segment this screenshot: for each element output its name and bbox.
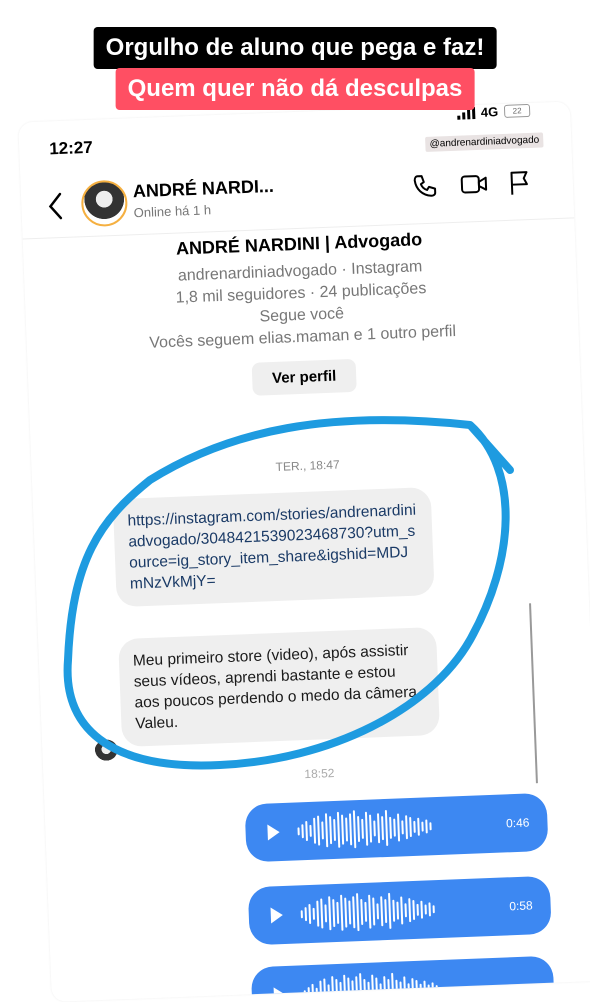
profile-summary: ANDRÉ NARDINI | Advogado andrenardiniadv… (23, 223, 581, 404)
handle-tag: @andrenardiniadvogado (425, 132, 544, 152)
back-icon[interactable] (47, 192, 64, 227)
link-message[interactable]: https://instagram.com/stories/andrenardi… (112, 487, 435, 608)
dm-screenshot: 12:27 4G 22 @andrenardiniadvogado ANDRÉ … (18, 101, 590, 1002)
audio-message[interactable] (250, 955, 555, 1002)
header-actions (410, 168, 535, 201)
play-icon[interactable] (267, 824, 280, 841)
contact-status: Online há 1 h (133, 202, 212, 221)
text-message: Meu primeiro store (video), após assisti… (118, 626, 441, 748)
waveform (303, 969, 438, 1002)
contact-name[interactable]: ANDRÉ NARDI... (133, 176, 275, 202)
avatar[interactable] (80, 179, 129, 228)
sender-avatar[interactable] (93, 739, 119, 765)
phone-icon[interactable] (410, 172, 439, 201)
play-icon[interactable] (270, 907, 284, 924)
battery-icon: 22 (503, 103, 531, 118)
audio-message[interactable]: 0:58 (247, 875, 552, 946)
message-timestamp-2: 18:52 (304, 765, 335, 782)
story-caption-1: Orgulho de aluno que pega e faz! (93, 27, 497, 69)
flag-icon[interactable] (506, 168, 535, 197)
message-timestamp: TER., 18:47 (275, 457, 340, 474)
audio-message[interactable]: 0:46 (244, 792, 549, 863)
scrollbar[interactable] (529, 603, 538, 784)
audio-duration: 0:46 (505, 815, 530, 831)
network-type: 4G (480, 104, 499, 120)
chat-header: ANDRÉ NARDI... Online há 1 h (20, 156, 574, 237)
video-icon[interactable] (458, 170, 488, 199)
view-profile-button[interactable]: Ver perfil (251, 358, 357, 396)
play-icon[interactable] (273, 986, 287, 1002)
waveform (297, 806, 432, 851)
audio-duration: 0:58 (509, 898, 533, 914)
status-time: 12:27 (48, 137, 94, 159)
waveform (300, 889, 435, 934)
story-caption-2: Quem quer não dá desculpas (115, 68, 475, 110)
